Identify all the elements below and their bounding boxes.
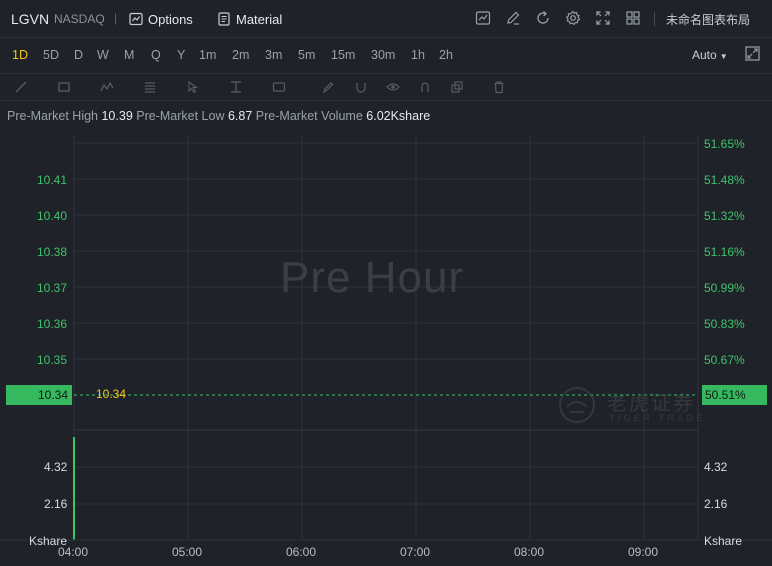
volume-label: Pre-Market Volume <box>255 109 363 123</box>
refresh-icon[interactable] <box>535 10 551 26</box>
expand-icon[interactable] <box>745 46 760 61</box>
logo-english-text: TIGER TRADE <box>609 413 706 424</box>
tf-30m[interactable]: 30m <box>371 48 395 62</box>
options-chart-icon <box>129 12 143 26</box>
tf-1h[interactable]: 1h <box>411 48 425 62</box>
document-icon <box>218 12 230 26</box>
volume-axis-tick: 4.32 <box>44 460 68 474</box>
left-axis-tick: 10.37 <box>36 281 67 295</box>
tf-3m[interactable]: 3m <box>265 48 282 62</box>
drawing-toolbar <box>0 73 772 101</box>
left-axis-tick: 10.41 <box>36 173 67 187</box>
lock-tool-icon[interactable] <box>418 80 432 94</box>
pattern-tool-icon[interactable] <box>100 80 114 94</box>
time-axis-tick: 05:00 <box>172 545 203 559</box>
options-label: Options <box>148 11 193 27</box>
tf-d[interactable]: D <box>74 48 83 62</box>
left-axis-tick: 10.40 <box>36 209 67 223</box>
trash-icon[interactable] <box>492 80 506 94</box>
tf-2h[interactable]: 2h <box>439 48 453 62</box>
low-value: 6.87 <box>227 109 253 123</box>
time-axis-tick: 08:00 <box>514 545 545 559</box>
volume-unit-label: Kshare <box>704 534 743 548</box>
left-axis-tick: 10.38 <box>36 245 67 259</box>
tf-5d[interactable]: 5D <box>43 48 59 62</box>
tf-1d[interactable]: 1D <box>12 48 28 62</box>
separator: | <box>114 11 118 25</box>
eye-visibility-icon[interactable] <box>386 80 400 94</box>
tf-y[interactable]: Y <box>177 48 185 62</box>
tf-15m[interactable]: 15m <box>331 48 355 62</box>
pre-market-stats: Pre-Market High 10.39 Pre-Market Low 6.8… <box>7 109 430 123</box>
cursor-tool-icon[interactable] <box>186 80 200 94</box>
divider <box>654 12 655 26</box>
volume-axis-tick: 2.16 <box>704 497 728 511</box>
measure-tool-icon[interactable] <box>229 80 243 94</box>
tf-w[interactable]: W <box>97 48 109 62</box>
magnet-tool-icon[interactable] <box>354 80 368 94</box>
right-axis-tick: 51.65% <box>704 137 745 151</box>
time-axis-tick: 09:00 <box>628 545 659 559</box>
layout-name-button[interactable]: 未命名图表布局 <box>666 11 750 28</box>
top-toolbar: LGVN NASDAQ | Options Material 未命名图表布局 <box>0 0 772 38</box>
edit-icon[interactable] <box>505 10 521 26</box>
options-button[interactable]: Options <box>129 9 193 29</box>
chart-area[interactable]: Pre Hour 老虎证券 TIGER TRADE 10.41 10.40 10… <box>0 127 772 566</box>
session-watermark: Pre Hour <box>280 253 465 302</box>
current-price-tag: 10.34 <box>6 385 72 405</box>
tf-1m[interactable]: 1m <box>199 48 216 62</box>
time-axis-tick: 06:00 <box>286 545 317 559</box>
tiger-trade-logo: 老虎证券 TIGER TRADE <box>557 383 707 433</box>
fullscreen-icon[interactable] <box>595 10 611 26</box>
layout-grid-icon[interactable] <box>625 10 641 26</box>
settings-gear-icon[interactable] <box>565 10 581 26</box>
caret-down-icon: ▼ <box>719 52 728 61</box>
scale-mode-label: Auto <box>692 48 717 62</box>
right-axis-tick: 50.67% <box>704 353 745 367</box>
tf-q[interactable]: Q <box>151 48 161 62</box>
brush-tool-icon[interactable] <box>321 80 335 94</box>
left-axis-tick: 10.36 <box>36 317 67 331</box>
left-axis-tick: 10.35 <box>36 353 67 367</box>
text-note-tool-icon[interactable] <box>272 80 286 94</box>
material-button[interactable]: Material <box>217 9 282 29</box>
tiger-logo-icon <box>559 387 595 423</box>
fibonacci-tool-icon[interactable] <box>143 80 157 94</box>
scale-mode-dropdown[interactable]: Auto ▼ <box>692 48 728 62</box>
current-price-inline-label: 10.34 <box>96 387 127 401</box>
right-axis-tick: 51.48% <box>704 173 745 187</box>
high-value: 10.39 <box>101 109 133 123</box>
ticker-symbol[interactable]: LGVN <box>11 11 49 27</box>
copy-tool-icon[interactable] <box>450 80 464 94</box>
exchange-label: NASDAQ <box>54 12 105 26</box>
low-label: Pre-Market Low <box>136 109 225 123</box>
right-axis-tick: 50.83% <box>704 317 745 331</box>
tf-5m[interactable]: 5m <box>298 48 315 62</box>
volume-axis-tick: 4.32 <box>704 460 728 474</box>
right-axis-tick: 51.32% <box>704 209 745 223</box>
tf-m[interactable]: M <box>124 48 134 62</box>
volume-axis-tick: 2.16 <box>44 497 68 511</box>
timeframe-bar: 1D 5D D W M Q Y 1m 2m 3m 5m 15m 30m 1h 2… <box>0 40 772 70</box>
tf-2m[interactable]: 2m <box>232 48 249 62</box>
high-label: Pre-Market High <box>7 109 98 123</box>
indicator-chart-icon[interactable] <box>475 10 491 26</box>
material-label: Material <box>236 11 283 27</box>
volume-value: 6.02Kshare <box>366 109 431 123</box>
current-percent-tag: 50.51% <box>702 385 767 405</box>
time-axis-tick: 04:00 <box>58 545 89 559</box>
right-axis-tick: 51.16% <box>704 245 745 259</box>
rectangle-tool-icon[interactable] <box>57 80 71 94</box>
logo-chinese-text: 老虎证券 <box>607 393 695 415</box>
chart-grid <box>0 135 772 541</box>
time-axis-tick: 07:00 <box>400 545 431 559</box>
right-axis-tick: 50.99% <box>704 281 745 295</box>
trend-line-tool-icon[interactable] <box>14 80 28 94</box>
